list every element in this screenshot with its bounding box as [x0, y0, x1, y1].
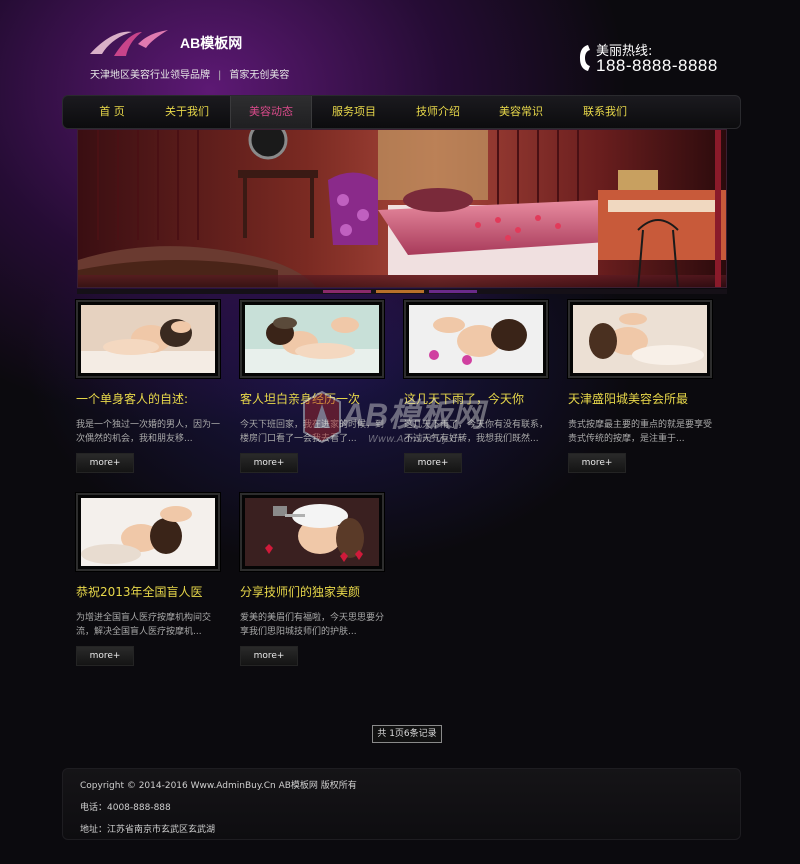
pagination-info: 共 1页6条记录 [372, 725, 442, 743]
news-card: 一个单身客人的自述: 我是一个独过一次婚的男人，因为一次偶然的机会，我和朋友移.… [76, 300, 226, 500]
hotline: 美丽热线: 188-8888-8888 [578, 40, 738, 78]
massage-photo [245, 305, 379, 373]
footer-copyright: Copyright © 2014-2016 Www.AdminBuy.Cn AB… [80, 781, 357, 791]
slogan-primary: 天津地区美容行业领导品牌 [90, 70, 210, 81]
logo-swoosh-icon [90, 30, 168, 56]
header: AB模板网 天津地区美容行业领导品牌 | 首家无创美容 美丽热线: 188-8888… [0, 0, 800, 96]
news-thumb[interactable] [76, 300, 220, 378]
spa-room-image [78, 130, 726, 287]
footer-phone: 电话：4008-888-888 [80, 803, 171, 813]
slogan-secondary: 首家无创美容 [229, 70, 290, 81]
more-button[interactable]: more+ [404, 453, 462, 473]
news-thumb[interactable] [240, 300, 384, 378]
news-card: 客人坦白亲身经历一次 今天下班回家，我在进家的时候，到楼房门口看了一会我去看了.… [240, 300, 390, 500]
nav-item-beauty-tips[interactable]: 美容常识 [480, 96, 562, 128]
nav-item-contact[interactable]: 联系我们 [564, 96, 646, 128]
logo-text: AB模板网 [180, 35, 243, 51]
massage-photo [409, 305, 543, 373]
news-title[interactable]: 客人坦白亲身经历一次 [240, 390, 400, 407]
slogan-separator: | [218, 70, 222, 81]
news-excerpt: 我是一个独过一次婚的男人，因为一次偶然的机会，我和朋友移... [76, 420, 220, 444]
news-excerpt: 这几天下雨了，今天你有没有联系，不过天气有好转，我想我们既然... [404, 420, 548, 444]
news-title[interactable]: 分享技师们的独家美颜 [240, 583, 400, 600]
news-card: 恭祝2013年全国盲人医 为增进全国盲人医疗按摩机构间交流，解决全国盲人医疗按摩… [76, 493, 226, 693]
news-excerpt: 为增进全国盲人医疗按摩机构间交流，解决全国盲人医疗按摩机... [76, 613, 212, 637]
banner-dot-1[interactable] [323, 290, 371, 293]
nav-item-home[interactable]: 首 页 [71, 96, 153, 128]
massage-photo [81, 498, 215, 566]
main-nav: 首 页 关于我们 美容动态 服务项目 技师介绍 美容常识 联系我们 [62, 95, 741, 129]
news-thumb[interactable] [76, 493, 220, 571]
news-excerpt: 爱美的美眉们有福啦，今天思思要分享我们思阳城技师们的护肤... [240, 613, 384, 637]
news-thumb[interactable] [240, 493, 384, 571]
site-logo[interactable]: AB模板网 [88, 26, 268, 60]
news-title[interactable]: 恭祝2013年全国盲人医 [76, 583, 236, 600]
massage-photo [573, 305, 707, 373]
slogan: 天津地区美容行业领导品牌 | 首家无创美容 [90, 66, 289, 81]
more-button[interactable]: more+ [240, 453, 298, 473]
news-card: 天津盛阳城美容会所最 贵式按摩最主要的重点的就是要享受贵式传统的按摩，是注重于.… [568, 300, 718, 500]
news-excerpt: 今天下班回家，我在进家的时候，到楼房门口看了一会我去看了... [240, 420, 384, 444]
more-button[interactable]: more+ [240, 646, 298, 666]
banner-dot-3[interactable] [429, 290, 477, 293]
nav-item-news[interactable]: 美容动态 [230, 96, 312, 128]
nav-item-services[interactable]: 服务项目 [313, 96, 395, 128]
facial-photo [245, 498, 379, 566]
phone-icon [580, 45, 590, 71]
more-button[interactable]: more+ [76, 453, 134, 473]
hero-banner[interactable] [77, 129, 727, 288]
news-thumb[interactable] [568, 300, 712, 378]
hotline-number: 188-8888-8888 [596, 56, 718, 75]
news-title[interactable]: 天津盛阳城美容会所最 [568, 390, 728, 407]
news-thumb[interactable] [404, 300, 548, 378]
footer: Copyright © 2014-2016 Www.AdminBuy.Cn AB… [62, 768, 741, 840]
news-title[interactable]: 这几天下雨了，今天你 [404, 390, 564, 407]
banner-pager [77, 289, 727, 294]
banner-dot-2[interactable] [376, 290, 424, 293]
news-card: 分享技师们的独家美颜 爱美的美眉们有福啦，今天思思要分享我们思阳城技师们的护肤.… [240, 493, 390, 693]
news-title[interactable]: 一个单身客人的自述: [76, 390, 236, 407]
more-button[interactable]: more+ [568, 453, 626, 473]
news-excerpt: 贵式按摩最主要的重点的就是要享受贵式传统的按摩，是注重于... [568, 420, 712, 444]
news-card: 这几天下雨了，今天你 这几天下雨了，今天你有没有联系，不过天气有好转，我想我们既… [404, 300, 554, 500]
footer-address: 地址：江苏省南京市玄武区玄武湖 [80, 825, 216, 835]
more-button[interactable]: more+ [76, 646, 134, 666]
nav-item-about[interactable]: 关于我们 [146, 96, 228, 128]
nav-item-therapists[interactable]: 技师介绍 [397, 96, 479, 128]
massage-photo [81, 305, 215, 373]
